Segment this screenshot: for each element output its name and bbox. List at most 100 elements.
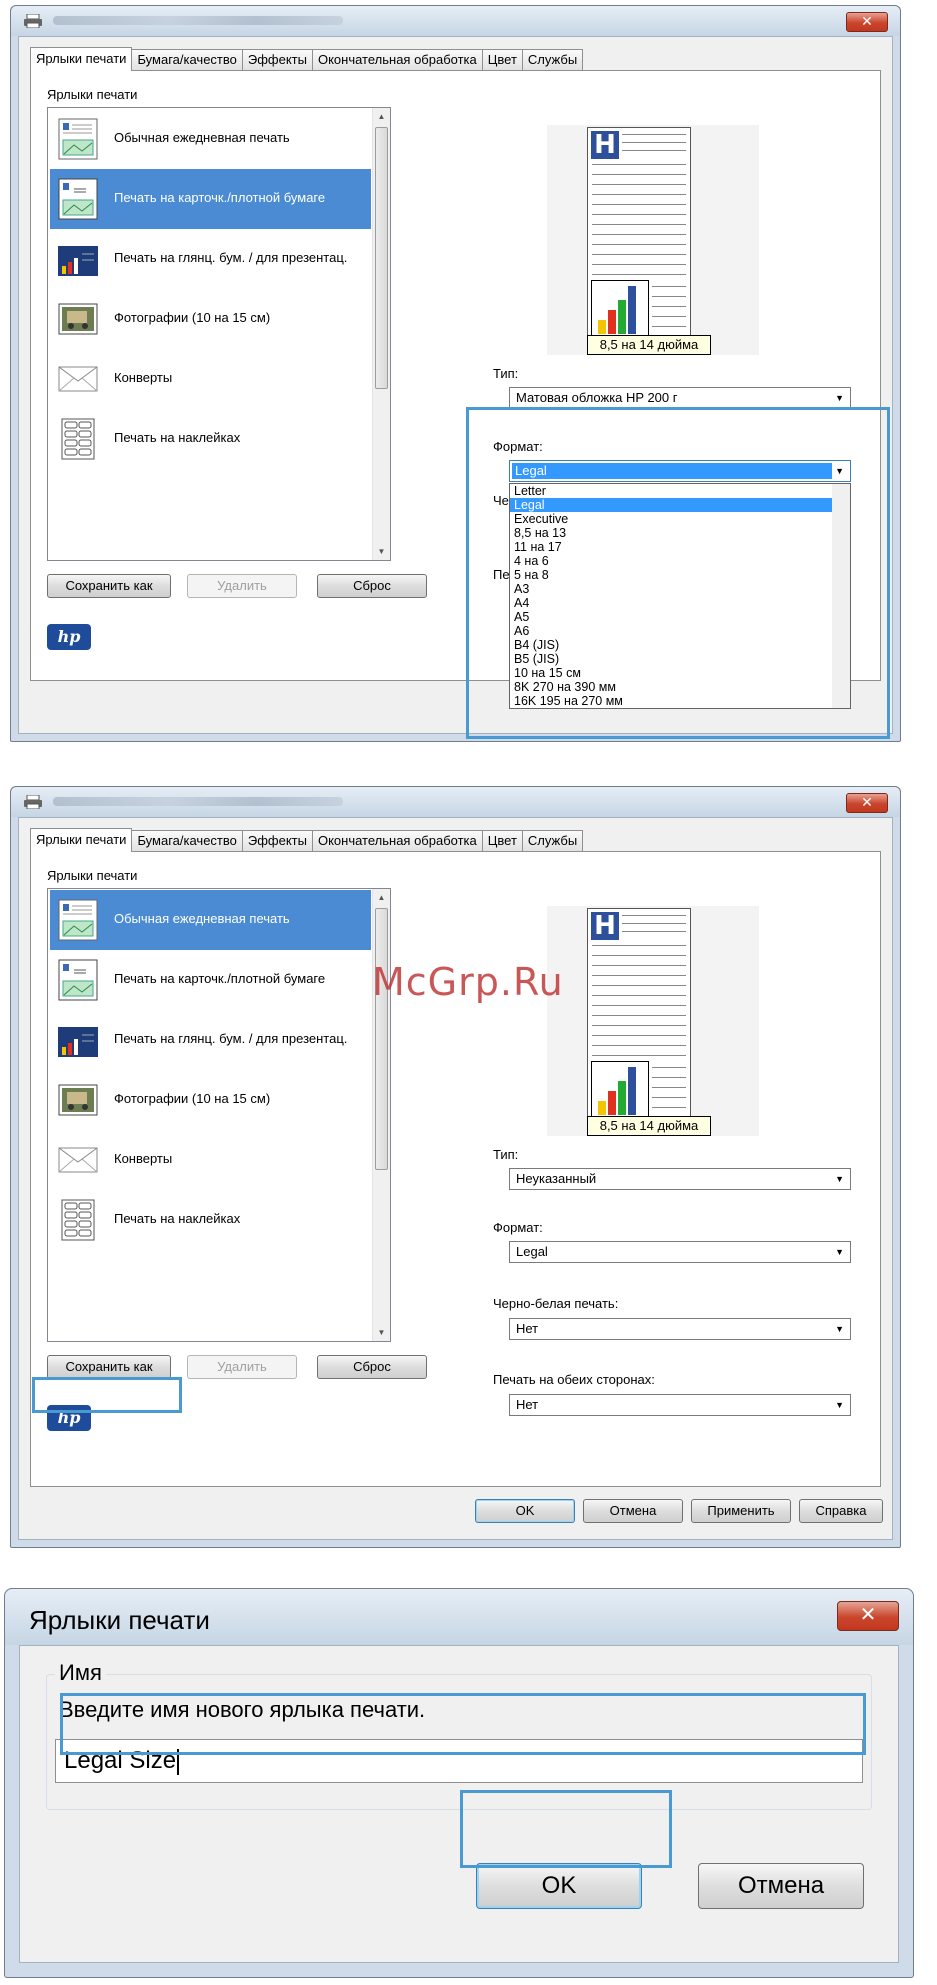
- bw-select[interactable]: Нет ▼: [509, 1318, 851, 1340]
- bw-select-value: Нет: [516, 1321, 539, 1336]
- preview-size-label: 8,5 на 14 дюйма: [587, 1116, 711, 1136]
- list-item[interactable]: Конверты: [50, 349, 371, 409]
- tab-effects[interactable]: Эффекты: [242, 49, 313, 71]
- duplex-select[interactable]: Нет ▼: [509, 1394, 851, 1416]
- list-item[interactable]: Фотографии (10 на 15 см): [50, 289, 371, 349]
- shortcuts-list[interactable]: Обычная ежедневная печать Печать на карт…: [47, 107, 391, 561]
- close-button[interactable]: ✕: [846, 12, 888, 32]
- format-option[interactable]: 16K 195 на 270 мм: [510, 694, 850, 708]
- save-as-button[interactable]: Сохранить как: [47, 1355, 171, 1379]
- preview-page: H: [587, 127, 691, 351]
- list-item[interactable]: Фотографии (10 на 15 см): [50, 1070, 371, 1130]
- format-option[interactable]: 10 на 15 см: [510, 666, 850, 680]
- format-select[interactable]: Legal ▼: [509, 460, 851, 482]
- scroll-thumb[interactable]: [375, 908, 388, 1170]
- format-option[interactable]: B4 (JIS): [510, 638, 850, 652]
- tab-finishing[interactable]: Окончательная обработка: [312, 830, 483, 852]
- format-dropdown-list[interactable]: Letter Legal Executive 8,5 на 13 11 на 17 4 н…: [509, 483, 851, 709]
- format-option[interactable]: 8K 270 на 390 мм: [510, 680, 850, 694]
- reset-button[interactable]: Сброс: [317, 574, 427, 598]
- tab-color[interactable]: Цвет: [482, 49, 523, 71]
- tab-shortcuts[interactable]: Ярлыки печати: [30, 47, 133, 71]
- list-item-label: Фотографии (10 на 15 см): [114, 310, 271, 325]
- list-scrollbar[interactable]: ▲ ▼: [372, 108, 390, 560]
- type-select-value: Неуказанный: [516, 1171, 597, 1186]
- reset-button[interactable]: Сброс: [317, 1355, 427, 1379]
- format-label: Формат:: [493, 439, 543, 454]
- close-button[interactable]: ✕: [837, 1601, 899, 1631]
- format-option[interactable]: A4: [510, 596, 850, 610]
- format-option[interactable]: 4 на 6: [510, 554, 850, 568]
- format-option[interactable]: 5 на 8: [510, 568, 850, 582]
- list-item-label: Печать на глянц. бум. / для презентац.: [114, 1031, 348, 1046]
- scroll-up-icon[interactable]: ▲: [373, 889, 390, 906]
- format-option[interactable]: 8,5 на 13: [510, 526, 850, 540]
- apply-button[interactable]: Применить: [691, 1499, 791, 1523]
- list-item-label: Обычная ежедневная печать: [114, 130, 290, 145]
- dialog-title: Ярлыки печати: [29, 1605, 210, 1635]
- scroll-thumb[interactable]: [375, 127, 388, 389]
- cancel-button[interactable]: Отмена: [583, 1499, 683, 1523]
- preview-chart-icon: [591, 1061, 649, 1119]
- list-item[interactable]: Обычная ежедневная печать: [50, 109, 371, 169]
- hp-logo: hp: [47, 1405, 91, 1431]
- chevron-down-icon: ▼: [835, 393, 844, 403]
- cancel-button[interactable]: Отмена: [698, 1863, 864, 1909]
- list-item-selected[interactable]: Обычная ежедневная печать: [50, 890, 371, 950]
- list-item[interactable]: Печать на наклейках: [50, 409, 371, 469]
- envelope-icon: [58, 1147, 98, 1173]
- format-option[interactable]: 11 на 17: [510, 540, 850, 554]
- list-item[interactable]: Печать на глянц. бум. / для презентац.: [50, 229, 371, 289]
- format-option[interactable]: A3: [510, 582, 850, 596]
- type-select[interactable]: Неуказанный ▼: [509, 1168, 851, 1190]
- presentation-icon: [58, 1027, 98, 1057]
- list-item[interactable]: Конверты: [50, 1130, 371, 1190]
- window-title-blurred: [53, 16, 343, 25]
- close-button[interactable]: ✕: [846, 793, 888, 813]
- format-option[interactable]: Legal: [510, 498, 850, 512]
- shortcut-name-input[interactable]: Legal Size: [55, 1739, 863, 1783]
- tab-paper-quality[interactable]: Бумага/качество: [132, 49, 243, 71]
- scroll-up-icon[interactable]: ▲: [373, 108, 390, 125]
- format-option[interactable]: A5: [510, 610, 850, 624]
- titlebar: ✕: [11, 787, 900, 817]
- list-item-label: Печать на карточк./плотной бумаге: [114, 190, 326, 205]
- format-label: Формат:: [493, 1220, 543, 1235]
- list-item[interactable]: Печать на глянц. бум. / для презентац.: [50, 1010, 371, 1070]
- dropdown-scrollbar[interactable]: [832, 484, 850, 708]
- tab-effects[interactable]: Эффекты: [242, 830, 313, 852]
- type-select[interactable]: Матовая обложка HP 200 г ▼: [509, 387, 851, 409]
- tab-services[interactable]: Службы: [522, 830, 584, 852]
- list-item[interactable]: Печать на наклейках: [50, 1190, 371, 1250]
- scroll-down-icon[interactable]: ▼: [373, 543, 390, 560]
- tab-shortcuts[interactable]: Ярлыки печати: [30, 828, 133, 852]
- scroll-down-icon[interactable]: ▼: [373, 1324, 390, 1341]
- format-select[interactable]: Legal ▼: [509, 1241, 851, 1263]
- format-option[interactable]: Executive: [510, 512, 850, 526]
- card-document-icon: [58, 178, 98, 220]
- list-item-selected[interactable]: Печать на карточк./плотной бумаге: [50, 169, 371, 229]
- help-button[interactable]: Справка: [799, 1499, 883, 1523]
- delete-button[interactable]: Удалить: [187, 1355, 297, 1379]
- name-prompt: Введите имя нового ярлыка печати.: [59, 1697, 426, 1722]
- list-scrollbar[interactable]: ▲ ▼: [372, 889, 390, 1341]
- tab-services[interactable]: Службы: [522, 49, 584, 71]
- bw-label: Черно-белая печать:: [493, 1296, 619, 1311]
- ok-button[interactable]: OK: [476, 1863, 642, 1909]
- format-option[interactable]: A6: [510, 624, 850, 638]
- delete-button[interactable]: Удалить: [187, 574, 297, 598]
- print-properties-dialog-2: ✕ Ярлыки печати Бумага/качество Эффекты …: [10, 786, 901, 1548]
- tab-paper-quality[interactable]: Бумага/качество: [132, 830, 243, 852]
- save-as-button[interactable]: Сохранить как: [47, 574, 171, 598]
- tab-finishing[interactable]: Окончательная обработка: [312, 49, 483, 71]
- tab-color[interactable]: Цвет: [482, 830, 523, 852]
- format-option[interactable]: Letter: [510, 484, 850, 498]
- window-title-blurred: [53, 797, 343, 806]
- format-option[interactable]: B5 (JIS): [510, 652, 850, 666]
- list-item[interactable]: Печать на карточк./плотной бумаге: [50, 950, 371, 1010]
- ok-button[interactable]: OK: [475, 1499, 575, 1523]
- shortcuts-list[interactable]: Обычная ежедневная печать Печать на карт…: [47, 888, 391, 1342]
- hp-logo: hp: [47, 624, 91, 650]
- document-icon: [58, 899, 98, 941]
- tab-strip: Ярлыки печати Бумага/качество Эффекты Ок…: [30, 47, 584, 71]
